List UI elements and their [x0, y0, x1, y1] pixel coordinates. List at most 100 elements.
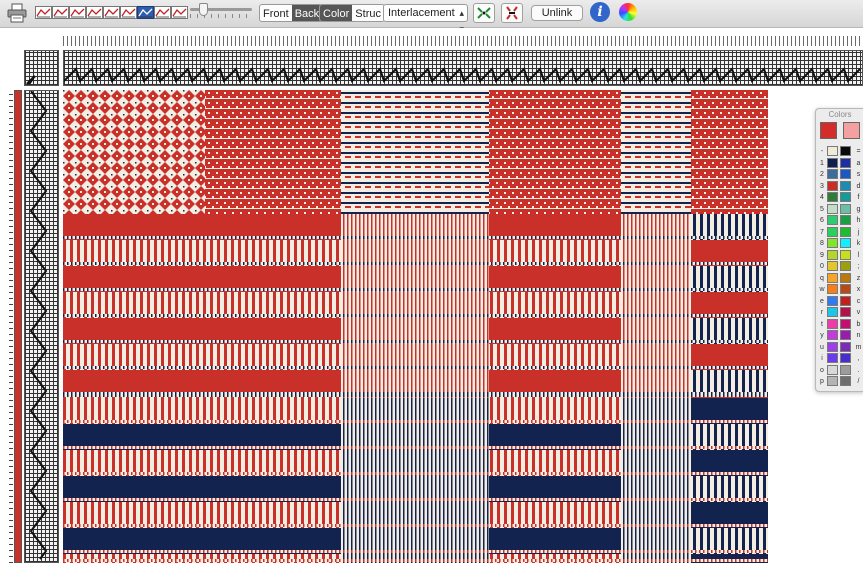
palette-row: yn: [816, 330, 863, 341]
palette-swatch[interactable]: [840, 261, 851, 271]
weft-color-strip[interactable]: [14, 90, 22, 563]
print-button[interactable]: [6, 3, 28, 23]
woven-cloth: [63, 90, 768, 563]
current-color-swatch[interactable]: [820, 122, 837, 139]
palette-key-label: z: [856, 274, 861, 282]
palette-key-label: ;: [857, 263, 860, 270]
palette-key-label: /: [857, 378, 860, 385]
palette-row: tb: [816, 318, 863, 330]
palette-swatch[interactable]: [840, 353, 851, 363]
palette-row: qz: [816, 272, 863, 284]
palette-swatch[interactable]: [840, 226, 851, 237]
tool-9-icon[interactable]: [171, 6, 188, 19]
palette-swatch[interactable]: [827, 341, 838, 352]
palette-key-label: 2: [820, 171, 824, 178]
palette-swatch[interactable]: [827, 318, 838, 329]
palette-swatch[interactable]: [840, 180, 851, 191]
palette-key-label: -: [820, 148, 824, 155]
pencil-tool-icon[interactable]: [154, 6, 171, 19]
palette-swatch[interactable]: [840, 307, 851, 317]
symmetry-green-button[interactable]: [473, 3, 495, 23]
palette-swatch[interactable]: [827, 364, 838, 375]
palette-swatch[interactable]: [840, 341, 851, 352]
palette-swatch[interactable]: [827, 215, 838, 225]
palette-key-label: c: [856, 297, 861, 305]
palette-key-label: f: [857, 194, 860, 201]
palette-swatch[interactable]: [827, 261, 838, 271]
left-ruler: [9, 90, 13, 563]
palette-key-label: q: [820, 274, 824, 282]
palette-swatch[interactable]: [827, 238, 838, 248]
palette-swatch[interactable]: [840, 203, 851, 214]
palette-swatch[interactable]: [840, 364, 851, 375]
unlink-button[interactable]: Unlink: [531, 5, 583, 21]
palette-row: - =: [816, 146, 863, 157]
tool-1-icon[interactable]: [35, 6, 52, 19]
palette-key-label: =: [856, 148, 861, 155]
palette-key-label: l: [857, 251, 860, 259]
palette-swatch[interactable]: [827, 272, 838, 283]
palette-swatch[interactable]: [840, 272, 851, 283]
palette-key-label: u: [820, 343, 824, 351]
palette-swatch[interactable]: [840, 376, 851, 386]
palette-swatch[interactable]: [827, 249, 838, 260]
palette-swatch[interactable]: [827, 307, 838, 317]
palette-key-label: 6: [820, 217, 824, 224]
palette-swatch[interactable]: [840, 249, 851, 260]
palette-key-label: h: [856, 217, 861, 224]
palette-swatch[interactable]: [827, 376, 838, 386]
palette-row: 4f: [816, 192, 863, 203]
colors-panel-title: Colors: [828, 110, 852, 119]
front-option[interactable]: Front: [260, 5, 292, 21]
tool-5-icon[interactable]: [103, 6, 120, 19]
palette-row: 3d: [816, 180, 863, 192]
treadling-grid[interactable]: [24, 90, 59, 563]
palette-key-label: j: [857, 228, 860, 236]
palette-swatch[interactable]: [827, 226, 838, 237]
tool-4-icon[interactable]: [86, 6, 103, 19]
palette-swatch[interactable]: [827, 146, 838, 156]
zoom-slider-thumb[interactable]: [199, 3, 208, 16]
palette-row: 7j: [816, 226, 863, 238]
palette-swatch[interactable]: [840, 330, 851, 340]
tool-6-icon[interactable]: [120, 6, 137, 19]
struc-option[interactable]: Struc: [352, 5, 384, 21]
palette-row: ec: [816, 295, 863, 307]
threading-marks: [63, 67, 861, 83]
palette-swatch[interactable]: [840, 169, 851, 179]
palette-swatch[interactable]: [827, 284, 838, 294]
tool-2-icon[interactable]: [52, 6, 69, 19]
palette-swatch[interactable]: [840, 157, 851, 168]
view-mode-select[interactable]: Interlacement ▴▾: [383, 4, 468, 34]
palette-swatch[interactable]: [827, 203, 838, 214]
palette-swatch[interactable]: [840, 284, 851, 294]
info-button[interactable]: i: [590, 2, 610, 22]
palette-swatch[interactable]: [827, 295, 838, 306]
view-mode-value: Interlacement: [388, 7, 455, 19]
palette-key-label: y: [820, 332, 824, 339]
palette-swatch[interactable]: [840, 318, 851, 329]
back-option[interactable]: Back: [291, 5, 323, 21]
palette-swatch[interactable]: [827, 169, 838, 179]
palette-swatch[interactable]: [827, 180, 838, 191]
palette-swatch[interactable]: [827, 330, 838, 340]
palette-swatch[interactable]: [840, 146, 851, 156]
palette-swatch[interactable]: [827, 157, 838, 168]
palette-swatch[interactable]: [840, 192, 851, 202]
color-struc-toggle: Color Struc: [319, 4, 385, 22]
threading-grid[interactable]: [63, 50, 863, 86]
tieup-grid[interactable]: [24, 50, 59, 86]
tool-3-icon[interactable]: [69, 6, 86, 19]
drawdown-cloth-view[interactable]: [63, 90, 768, 563]
palette-swatch[interactable]: [840, 215, 851, 225]
palette-swatch[interactable]: [840, 295, 851, 306]
palette-swatch[interactable]: [840, 238, 851, 248]
color-wheel-icon[interactable]: [619, 3, 637, 21]
symmetry-red-button[interactable]: [501, 3, 523, 23]
palette-row: rv: [816, 307, 863, 318]
color-option[interactable]: Color: [320, 5, 353, 21]
secondary-color-swatch[interactable]: [843, 122, 860, 139]
palette-swatch[interactable]: [827, 192, 838, 202]
tool-7-icon[interactable]: [137, 6, 154, 19]
palette-swatch[interactable]: [827, 353, 838, 363]
